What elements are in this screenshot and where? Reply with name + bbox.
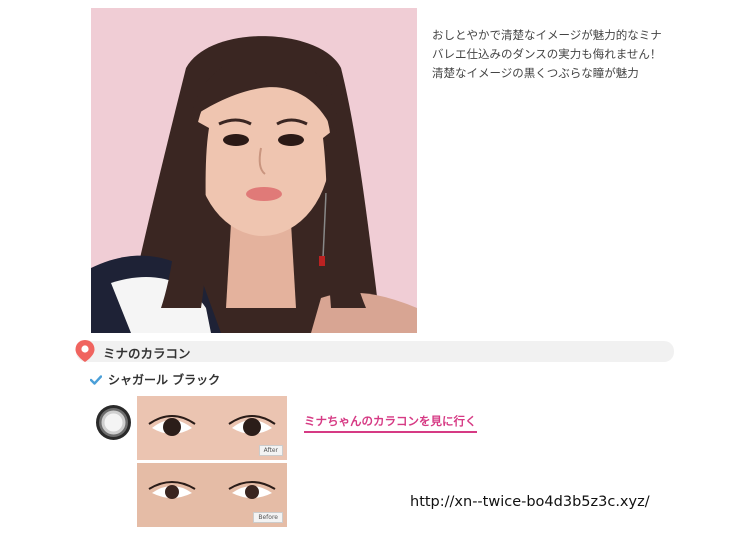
contact-lens-image: [96, 405, 131, 440]
description-text: おしとやかで清楚なイメージが魅力的なミナ バレエ仕込みのダンスの実力も侮れません…: [432, 26, 732, 83]
view-lens-link[interactable]: ミナちゃんのカラコンを見に行く: [304, 413, 477, 433]
before-eye-photo: Before: [137, 463, 287, 527]
section-title: ミナのカラコン: [103, 346, 191, 361]
site-url: http://xn--twice-bo4d3b5z3c.xyz/: [410, 494, 650, 510]
description-line: おしとやかで清楚なイメージが魅力的なミナ: [432, 28, 662, 42]
after-eye-photo: After: [137, 396, 287, 460]
after-label: After: [258, 445, 283, 456]
description-line: 清楚なイメージの黒くつぶらな瞳が魅力: [432, 66, 639, 80]
map-pin-icon: [75, 340, 95, 362]
portrait-photo: [91, 8, 417, 333]
section-header: ミナのカラコン: [75, 340, 674, 362]
before-label: Before: [253, 512, 283, 523]
description-line: バレエ仕込みのダンスの実力も侮れません！: [432, 47, 662, 61]
check-icon: [90, 374, 102, 385]
product-name: シャガール ブラック: [108, 373, 221, 387]
product-line: シャガール ブラック: [90, 371, 220, 388]
